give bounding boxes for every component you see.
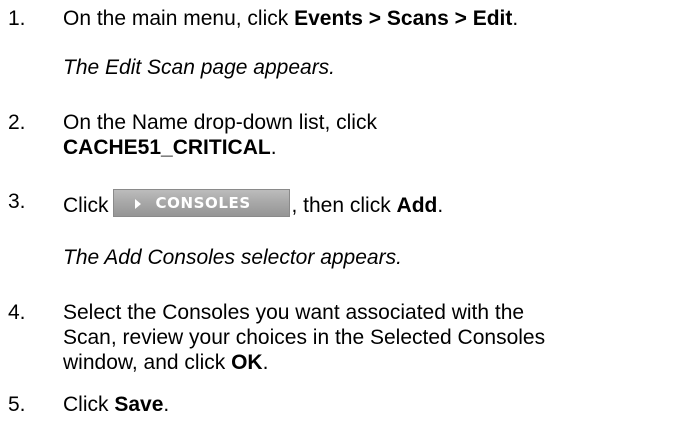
save-action: Save bbox=[114, 393, 164, 416]
step-result-note: The Edit Scan page appears. bbox=[63, 56, 336, 79]
instruction-steps: 1. On the main menu, click Events > Scan… bbox=[0, 0, 692, 422]
step-number: 4. bbox=[8, 301, 26, 324]
step-text: On the Name drop-down list, click CACHE51… bbox=[63, 111, 377, 159]
step-number: 2. bbox=[8, 111, 26, 134]
step-text: On the main menu, click Events > Scans >… bbox=[63, 7, 519, 30]
menu-path: Events > Scans > Edit bbox=[294, 7, 513, 30]
scan-name: CACHE51_CRITICAL bbox=[63, 136, 271, 159]
step-text: Click CONSOLES, then click Add. bbox=[63, 189, 683, 218]
consoles-button[interactable]: CONSOLES bbox=[112, 189, 290, 217]
step-number: 3. bbox=[8, 190, 26, 213]
step-text: Select the Consoles you want associated … bbox=[63, 301, 546, 374]
step-number: 1. bbox=[8, 7, 26, 30]
expand-arrow-icon bbox=[134, 199, 141, 209]
add-action: Add bbox=[396, 194, 438, 217]
step-text: Click Save. bbox=[63, 393, 170, 416]
step-result-note: The Add Consoles selector appears. bbox=[63, 246, 402, 269]
consoles-button-label: CONSOLES bbox=[155, 194, 251, 212]
step-number: 5. bbox=[8, 393, 26, 416]
ok-action: OK bbox=[231, 351, 263, 374]
